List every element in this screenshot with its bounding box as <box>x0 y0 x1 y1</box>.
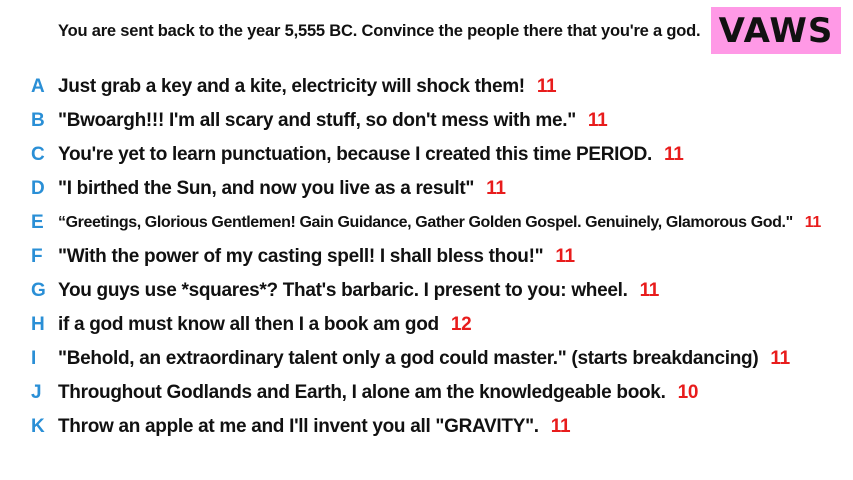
answer-row-g[interactable]: G You guys use *squares*? That's barbari… <box>0 274 853 308</box>
answer-text: "With the power of my casting spell! I s… <box>58 246 575 267</box>
answer-letter: H <box>31 314 45 335</box>
answer-row-j[interactable]: J Throughout Godlands and Earth, I alone… <box>0 376 853 410</box>
answer-letter: G <box>31 280 46 301</box>
answer-text: You guys use *squares*? That's barbaric.… <box>58 280 660 301</box>
answer-letter: K <box>31 416 45 437</box>
answer-letter: E <box>31 212 44 233</box>
prompt-text: You are sent back to the year 5,555 BC. … <box>58 22 701 40</box>
answer-letter: C <box>31 144 45 165</box>
answer-score: 12 <box>450 314 472 335</box>
answer-text: Just grab a key and a kite, electricity … <box>58 76 557 97</box>
answer-letter: A <box>31 76 45 97</box>
answer-text: "Behold, an extraordinary talent only a … <box>58 348 790 369</box>
answer-text: Throw an apple at me and I'll invent you… <box>58 416 571 437</box>
answer-text: “Greetings, Glorious Gentlemen! Gain Gui… <box>58 214 822 231</box>
answer-row-a[interactable]: A Just grab a key and a kite, electricit… <box>0 70 853 104</box>
answer-row-h[interactable]: H if a god must know all then I a book a… <box>0 308 853 342</box>
player-badge: VAWS <box>711 7 841 54</box>
answer-row-k[interactable]: K Throw an apple at me and I'll invent y… <box>0 410 853 444</box>
answer-row-b[interactable]: B "Bwoargh!!! I'm all scary and stuff, s… <box>0 104 853 138</box>
answer-score: 11 <box>555 246 575 267</box>
badge-label: VAWS <box>718 10 834 51</box>
answer-row-c[interactable]: C You're yet to learn punctuation, becau… <box>0 138 853 172</box>
answer-score: 11 <box>639 280 660 301</box>
answer-letter: I <box>31 348 37 369</box>
answer-score: 10 <box>677 382 699 403</box>
answer-letter: F <box>31 246 43 267</box>
answer-text: "I birthed the Sun, and now you live as … <box>58 178 506 199</box>
answer-letter: B <box>31 110 45 131</box>
answer-text: You're yet to learn punctuation, because… <box>58 144 684 165</box>
answer-score: 11 <box>587 110 608 131</box>
answer-row-e[interactable]: E “Greetings, Glorious Gentlemen! Gain G… <box>0 206 853 240</box>
answer-score: 11 <box>804 214 822 231</box>
answer-text: Throughout Godlands and Earth, I alone a… <box>58 382 699 403</box>
answer-score: 11 <box>550 416 571 437</box>
answer-score: 11 <box>486 178 506 199</box>
answer-row-f[interactable]: F "With the power of my casting spell! I… <box>0 240 853 274</box>
answer-score: 11 <box>664 144 684 165</box>
answer-row-i[interactable]: I "Behold, an extraordinary talent only … <box>0 342 853 376</box>
answer-row-d[interactable]: D "I birthed the Sun, and now you live a… <box>0 172 853 206</box>
answer-text: if a god must know all then I a book am … <box>58 314 472 335</box>
answer-list: A Just grab a key and a kite, electricit… <box>0 70 853 444</box>
answer-letter: D <box>31 178 45 199</box>
answer-letter: J <box>31 382 42 403</box>
answer-score: 11 <box>536 76 557 97</box>
answer-text: "Bwoargh!!! I'm all scary and stuff, so … <box>58 110 608 131</box>
answer-score: 11 <box>770 348 790 369</box>
